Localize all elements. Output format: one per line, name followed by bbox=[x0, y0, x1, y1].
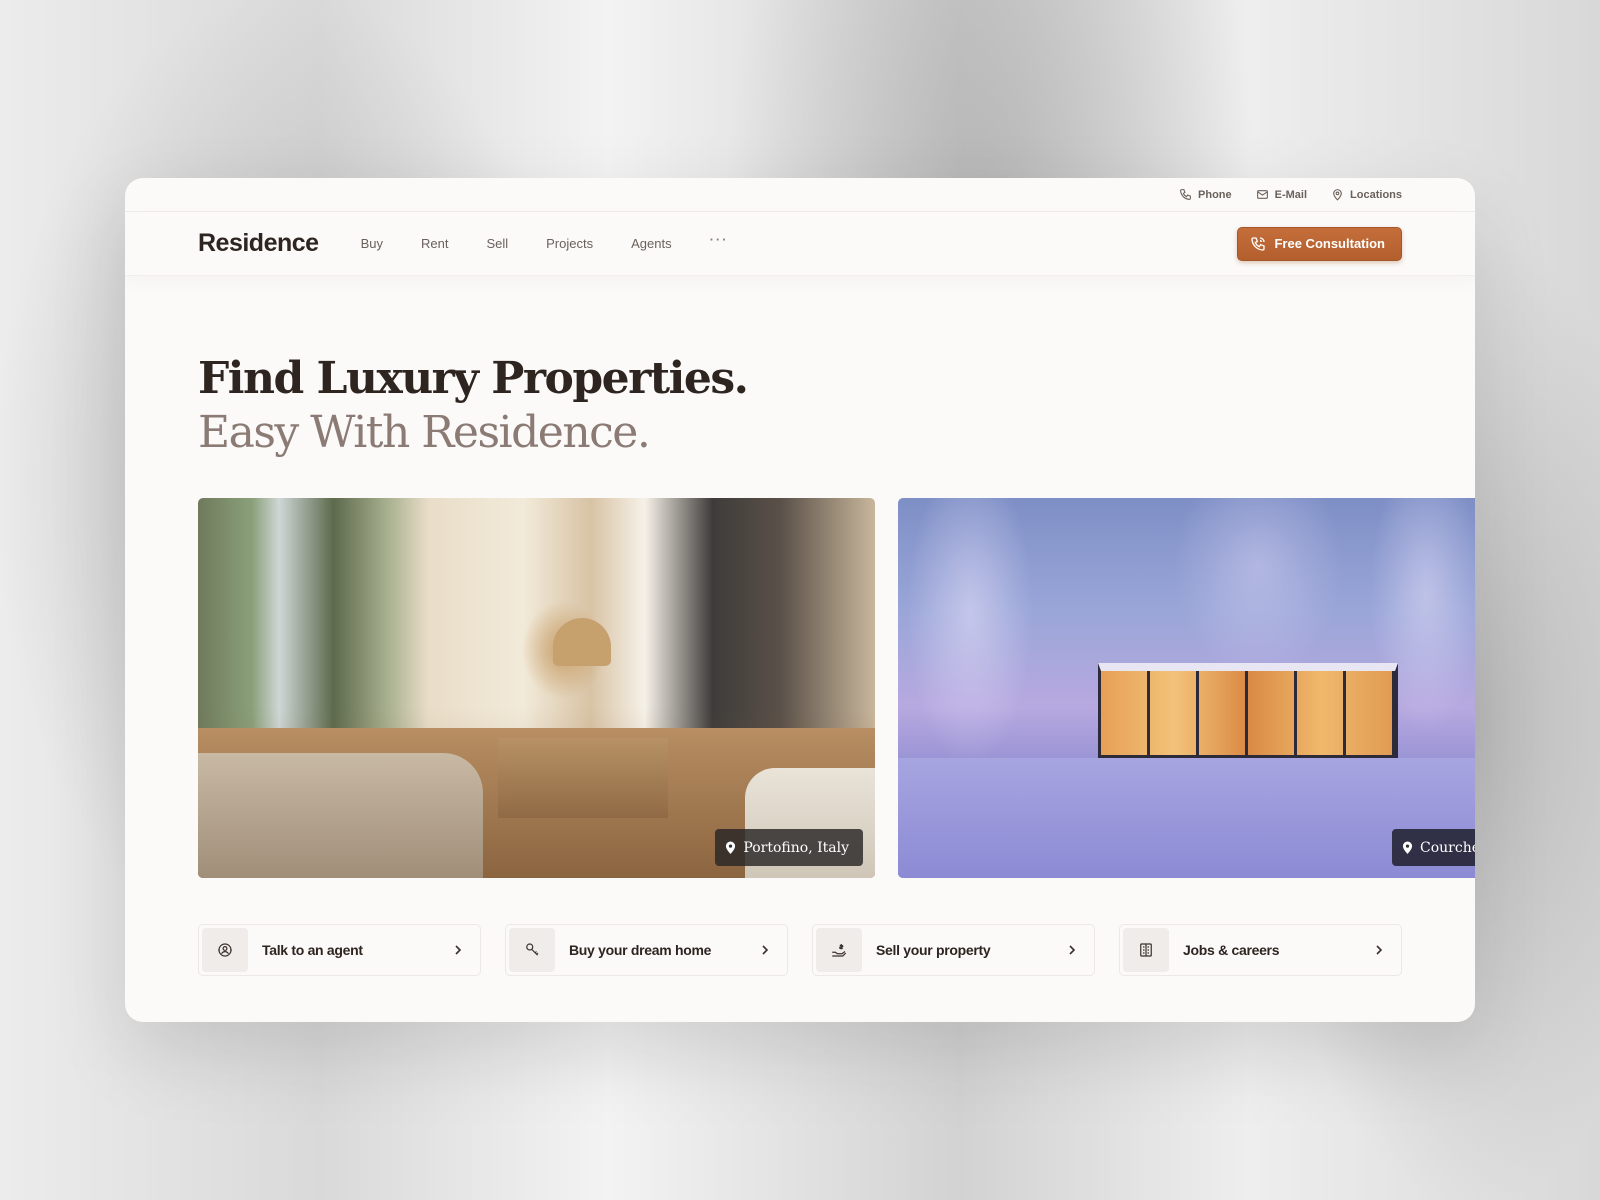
location-pin-icon bbox=[1333, 189, 1342, 201]
jobs-careers-card[interactable]: Jobs & careers bbox=[1119, 924, 1402, 976]
action-label: Sell your property bbox=[876, 942, 991, 958]
chevron-right-icon bbox=[762, 945, 769, 955]
action-label: Talk to an agent bbox=[262, 942, 363, 958]
hand-money-icon bbox=[832, 944, 847, 957]
topbar-locations-link[interactable]: Locations bbox=[1331, 188, 1402, 201]
location-pin-icon bbox=[726, 841, 736, 854]
nav-links: Buy Rent Sell Projects Agents ··· bbox=[361, 232, 729, 251]
location-tag: Portofino, Italy bbox=[715, 829, 863, 866]
phone-icon bbox=[1180, 189, 1191, 200]
building-icon bbox=[1140, 943, 1152, 957]
talk-to-agent-card[interactable]: Talk to an agent bbox=[198, 924, 481, 976]
location-tag-label: Portofino, Italy bbox=[743, 839, 849, 856]
hero-title: Find Luxury Properties. bbox=[198, 353, 749, 404]
topbar-phone-label: Phone bbox=[1198, 188, 1232, 201]
nav-link-buy[interactable]: Buy bbox=[361, 236, 383, 251]
nav-more-menu[interactable]: ··· bbox=[710, 232, 729, 251]
topbar-phone-link[interactable]: Phone bbox=[1179, 188, 1232, 201]
action-label: Buy your dream home bbox=[569, 942, 712, 958]
hero-subtitle: Easy With Residence. bbox=[198, 407, 651, 458]
nav-link-projects[interactable]: Projects bbox=[546, 236, 593, 251]
topbar-email-link[interactable]: E-Mail bbox=[1256, 188, 1307, 201]
topbar-email-label: E-Mail bbox=[1274, 188, 1308, 201]
nav-link-agents[interactable]: Agents bbox=[631, 236, 671, 251]
main-navbar: Residence Buy Rent Sell Projects Agents … bbox=[125, 212, 1475, 276]
location-tag-label: Courche bbox=[1420, 839, 1475, 856]
browser-card: Phone E-Mail Locations Residence Buy Ren… bbox=[125, 178, 1475, 1022]
site-logo[interactable]: Residence bbox=[198, 229, 319, 258]
action-label: Jobs & careers bbox=[1183, 942, 1280, 958]
property-photo-portofino[interactable]: Portofino, Italy bbox=[198, 498, 875, 878]
nav-link-sell[interactable]: Sell bbox=[486, 236, 508, 251]
sell-property-card[interactable]: Sell your property bbox=[812, 924, 1095, 976]
chevron-right-icon bbox=[455, 945, 462, 955]
phone-icon bbox=[1251, 236, 1266, 251]
hero-section: Find Luxury Properties. Easy With Reside… bbox=[125, 276, 1475, 460]
property-gallery: Portofino, Italy Courche bbox=[198, 498, 1475, 878]
agent-icon bbox=[218, 943, 232, 957]
location-tag: Courche bbox=[1392, 829, 1475, 866]
buy-dream-home-card[interactable]: Buy your dream home bbox=[505, 924, 788, 976]
key-icon bbox=[526, 943, 539, 956]
free-consultation-label: Free Consultation bbox=[1274, 236, 1385, 251]
quick-actions: Talk to an agent Buy your dream home Sel… bbox=[198, 924, 1402, 976]
chevron-right-icon bbox=[1376, 945, 1383, 955]
topbar-locations-label: Locations bbox=[1350, 188, 1402, 201]
mail-icon bbox=[1256, 190, 1268, 199]
chevron-right-icon bbox=[1069, 945, 1076, 955]
location-pin-icon bbox=[1402, 841, 1413, 854]
contact-topbar: Phone E-Mail Locations bbox=[125, 178, 1475, 212]
nav-link-rent[interactable]: Rent bbox=[421, 236, 448, 251]
free-consultation-button[interactable]: Free Consultation bbox=[1237, 226, 1402, 261]
property-photo-courchevel[interactable]: Courche bbox=[898, 498, 1475, 878]
